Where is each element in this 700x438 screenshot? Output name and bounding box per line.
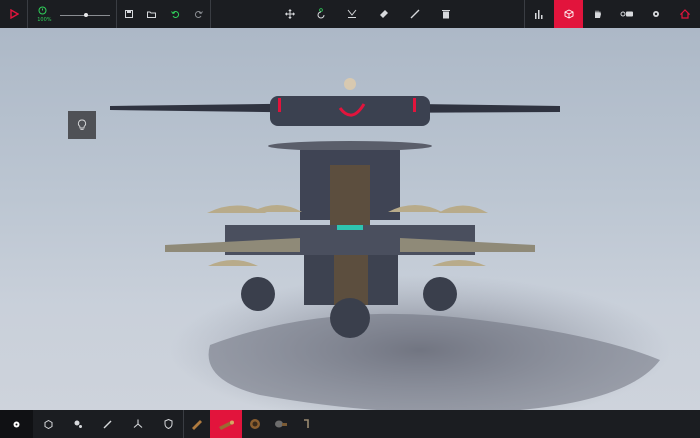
load-button[interactable] [140, 0, 163, 28]
shield-icon[interactable] [153, 410, 183, 438]
eraser-tool[interactable] [368, 0, 399, 28]
time-scale-control[interactable]: 100% [28, 0, 116, 28]
play-button[interactable] [0, 0, 27, 28]
cube-button[interactable] [553, 0, 584, 28]
hand-button[interactable] [583, 0, 612, 28]
top-toolbar: 100% [0, 0, 700, 28]
time-scale-label: 100% [37, 17, 52, 23]
round-wood-icon[interactable] [242, 410, 268, 438]
slider-knob[interactable] [84, 13, 89, 17]
game-viewport[interactable] [0, 0, 700, 438]
toggle-button[interactable] [612, 0, 641, 28]
save-button[interactable] [117, 0, 140, 28]
flip-tool[interactable] [337, 0, 368, 28]
wheel-icon[interactable] [63, 410, 93, 438]
timer-icon [38, 6, 47, 15]
rotate-tool[interactable] [306, 0, 337, 28]
redo-button[interactable] [187, 0, 210, 28]
trash-tool[interactable] [430, 0, 461, 28]
move-tool[interactable] [275, 0, 306, 28]
log-icon[interactable] [210, 410, 242, 438]
settings-button[interactable] [642, 0, 671, 28]
gear-icon[interactable] [0, 410, 33, 438]
wrench-icon[interactable] [93, 410, 123, 438]
wood-plank-icon[interactable] [184, 410, 210, 438]
stats-button[interactable] [525, 0, 554, 28]
wrench-tool[interactable] [399, 0, 430, 28]
propeller-icon[interactable] [123, 410, 153, 438]
undo-button[interactable] [164, 0, 187, 28]
core-icon[interactable] [33, 410, 63, 438]
hinge-icon[interactable] [294, 410, 320, 438]
lightbulb-icon[interactable] [68, 111, 96, 139]
block-category-bar [0, 410, 700, 438]
home-button[interactable] [671, 0, 700, 28]
dome-icon[interactable] [268, 410, 294, 438]
machine-render [110, 78, 670, 425]
